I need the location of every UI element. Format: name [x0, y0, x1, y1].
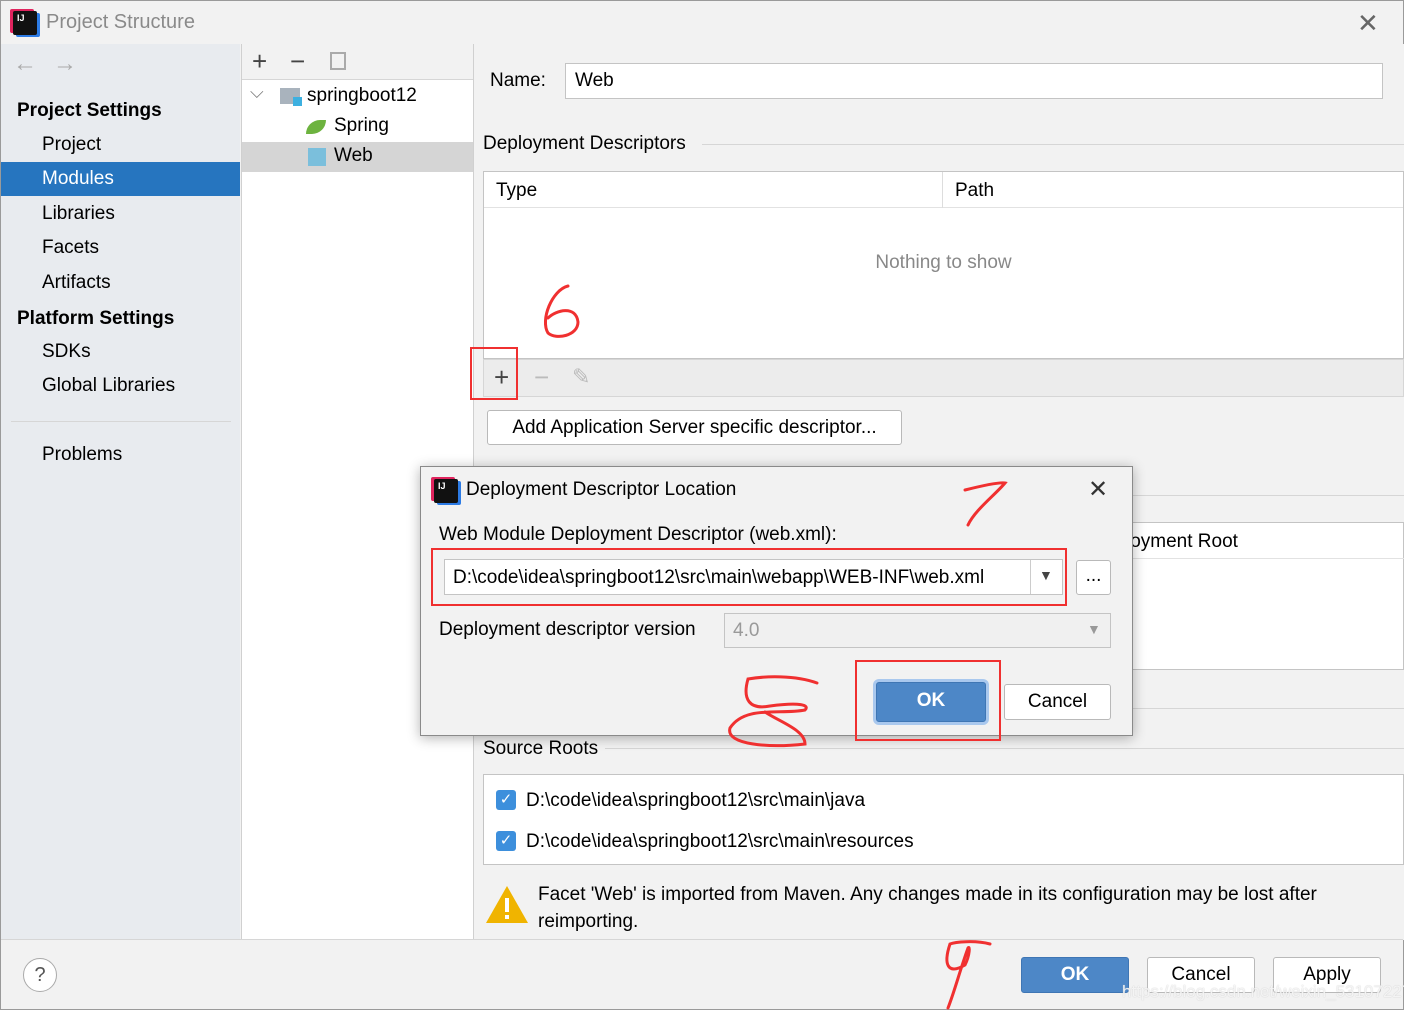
annotation-7	[963, 481, 1008, 527]
annotation-9	[945, 940, 992, 1010]
annotation-8	[728, 675, 819, 748]
annotation-6	[543, 284, 580, 338]
handwritten-step-numbers	[543, 284, 1008, 1010]
